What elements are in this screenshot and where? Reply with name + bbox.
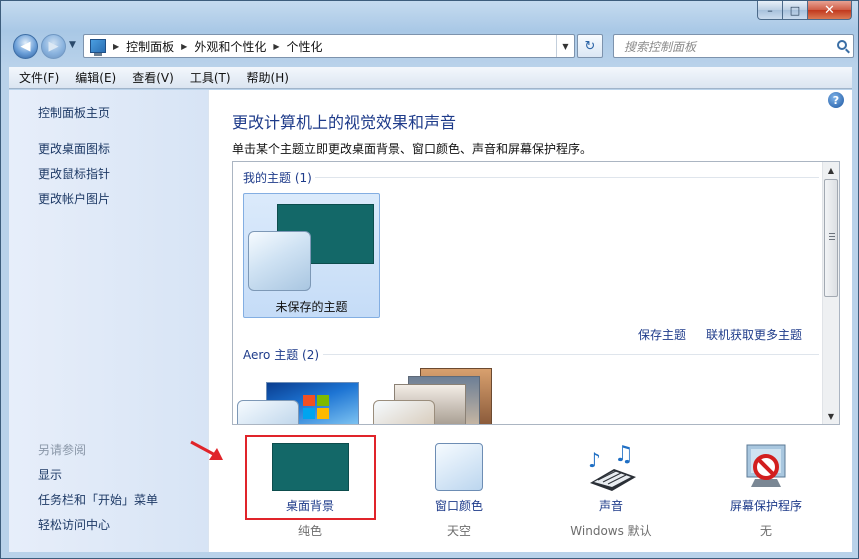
menu-edit[interactable]: 编辑(E)	[67, 69, 124, 86]
sounds-setting[interactable]: ♪ ♫ 声音 Windows 默认	[559, 443, 663, 539]
my-themes-group-label: 我的主题 (1)	[243, 171, 312, 185]
theme-list[interactable]: 我的主题 (1) 未保存的主题 保存主题 联机获取更多主题 Aero 主题 (2…	[232, 161, 840, 425]
caption-buttons: – □ ✕	[757, 1, 852, 21]
sidebar-link-display[interactable]: 显示	[38, 466, 62, 483]
save-theme-link[interactable]: 保存主题	[638, 326, 686, 343]
sidebar-link-taskbar[interactable]: 任务栏和「开始」菜单	[38, 491, 158, 508]
forward-button[interactable]: ▶	[41, 34, 66, 59]
back-button[interactable]: ◀	[13, 34, 38, 59]
menu-bar: 文件(F) 编辑(E) 查看(V) 工具(T) 帮助(H)	[9, 67, 852, 89]
aero-themes-group-label: Aero 主题 (2)	[243, 348, 320, 362]
sidebar-link-desktop-icons[interactable]: 更改桌面图标	[38, 140, 110, 157]
address-dropdown[interactable]: ▼	[556, 35, 574, 57]
screen-saver-icon	[746, 444, 786, 487]
navigation-bar: ◀ ▶ ▼ ▶ 控制面板 ▶ 外观和个性化 ▶ 个性化 ▼ ↻ 搜索控制面板	[9, 31, 854, 61]
theme-window-preview	[237, 400, 299, 424]
page-description: 单击某个主题立即更改桌面背景、窗口颜色、声音和屏幕保护程序。	[232, 142, 593, 156]
search-icon[interactable]	[837, 40, 847, 50]
chevron-right-icon[interactable]: ▶	[181, 42, 187, 51]
minimize-button[interactable]: –	[757, 1, 783, 20]
breadcrumb-personalization[interactable]: 个性化	[287, 38, 323, 55]
breadcrumb-control-panel[interactable]: 控制面板	[126, 38, 174, 55]
chevron-right-icon[interactable]: ▶	[273, 42, 279, 51]
screen-saver-value: 无	[759, 524, 772, 538]
svg-text:♫: ♫	[614, 443, 634, 467]
get-more-themes-link[interactable]: 联机获取更多主题	[706, 326, 802, 343]
theme-list-scrollbar[interactable]: ▲ ▼	[822, 162, 839, 424]
menu-view[interactable]: 查看(V)	[124, 69, 182, 86]
window-color-value: 天空	[446, 524, 471, 538]
sidebar-link-control-panel-home[interactable]: 控制面板主页	[38, 104, 110, 121]
svg-text:♪: ♪	[588, 448, 601, 472]
search-input[interactable]: 搜索控制面板	[613, 34, 854, 58]
scroll-up-arrow-icon[interactable]: ▲	[823, 162, 839, 178]
theme-item-unsaved[interactable]: 未保存的主题	[243, 193, 380, 318]
screen-saver-setting[interactable]: 屏幕保护程序 无	[714, 443, 818, 539]
help-icon[interactable]: ?	[828, 92, 844, 108]
close-button[interactable]: ✕	[808, 1, 852, 20]
menu-file[interactable]: 文件(F)	[11, 69, 67, 86]
recent-pages-dropdown[interactable]: ▼	[69, 40, 76, 50]
refresh-icon: ↻	[584, 38, 596, 54]
back-arrow-icon: ◀	[20, 39, 31, 54]
maximize-button[interactable]: □	[783, 1, 808, 20]
sidebar-link-mouse-pointers[interactable]: 更改鼠标指针	[38, 165, 110, 182]
sidebar-link-ease-of-access[interactable]: 轻松访问中心	[38, 516, 110, 533]
desktop-background-value: 纯色	[297, 524, 322, 538]
forward-arrow-icon: ▶	[48, 39, 59, 54]
red-arrow-icon	[190, 440, 223, 460]
theme-window-preview	[373, 400, 435, 424]
window-color-label[interactable]: 窗口颜色	[409, 497, 509, 514]
page-title: 更改计算机上的视觉效果和声音	[232, 113, 457, 132]
theme-name: 未保存的主题	[275, 300, 348, 314]
menu-tools[interactable]: 工具(T)	[182, 69, 239, 86]
control-panel-icon	[90, 39, 106, 56]
address-bar[interactable]: ▶ 控制面板 ▶ 外观和个性化 ▶ 个性化 ▼	[83, 34, 575, 58]
refresh-button[interactable]: ↻	[577, 34, 603, 58]
breadcrumb-appearance[interactable]: 外观和个性化	[194, 38, 266, 55]
scrollbar-thumb[interactable]	[824, 179, 838, 297]
group-divider	[323, 354, 819, 355]
sounds-value: Windows 默认	[570, 524, 652, 538]
window-color-icon	[435, 443, 483, 491]
content-area: 控制面板主页 更改桌面图标 更改鼠标指针 更改帐户图片 另请参阅 显示 任务栏和…	[9, 90, 852, 552]
sidebar: 控制面板主页 更改桌面图标 更改鼠标指针 更改帐户图片 另请参阅 显示 任务栏和…	[9, 90, 209, 552]
sounds-icon: ♪ ♫	[588, 443, 636, 491]
search-placeholder: 搜索控制面板	[624, 39, 697, 54]
control-panel-window: – □ ✕ ◀ ▶ ▼ ▶ 控制面板 ▶ 外观和个性化 ▶ 个性化 ▼ ↻ 搜索…	[0, 0, 859, 559]
menu-help[interactable]: 帮助(H)	[239, 69, 297, 86]
highlight-box	[245, 435, 376, 520]
scroll-down-arrow-icon[interactable]: ▼	[823, 408, 839, 424]
window-color-setting[interactable]: 窗口颜色 天空	[409, 443, 509, 539]
see-also-heading: 另请参阅	[38, 443, 87, 457]
chevron-right-icon[interactable]: ▶	[113, 42, 119, 51]
theme-window-preview	[248, 231, 311, 291]
sounds-label[interactable]: 声音	[559, 497, 663, 514]
sidebar-link-account-picture[interactable]: 更改帐户图片	[38, 190, 110, 207]
screen-saver-label[interactable]: 屏幕保护程序	[714, 497, 818, 514]
windows-logo-icon	[303, 395, 329, 419]
group-divider	[315, 177, 819, 178]
